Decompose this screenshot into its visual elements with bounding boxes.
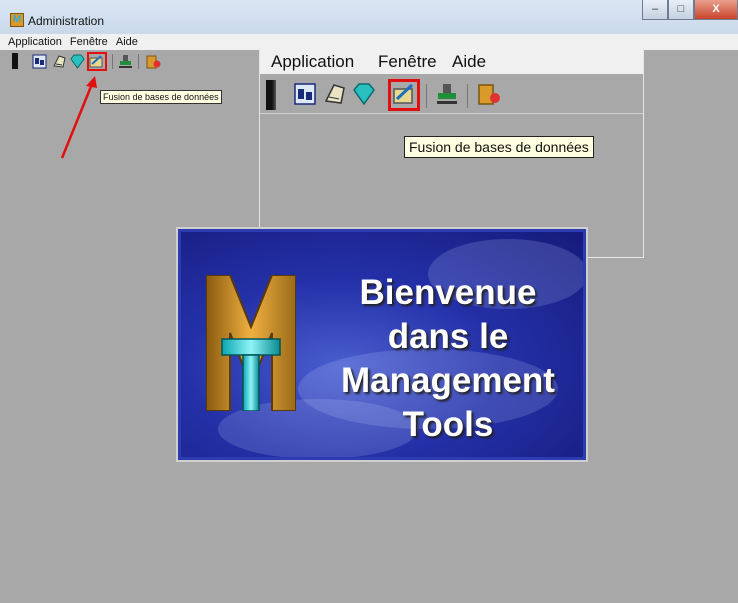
inset-menu-fenetre: Fenêtre [378,52,437,71]
welcome-line-3: Management [341,361,555,400]
inset-toolbar-separator [467,84,468,108]
inset-menu-application: Application [271,52,355,71]
inset-highlight-box [388,79,420,111]
mt-logo [206,275,296,411]
logo-exit-icon [476,82,502,108]
welcome-line-4: Tools [402,405,494,444]
welcome-text: Bienvenue dans le Management Tools [308,271,586,447]
splash-screen: Bienvenue dans le Management Tools [176,227,588,462]
red-arrow-annotation [60,76,97,159]
stamp-icon[interactable] [118,54,133,69]
logo-exit-icon[interactable] [146,54,161,69]
welcome-line-1: Bienvenue [359,273,537,312]
minimize-button[interactable]: – [642,0,668,20]
stamp-icon [434,82,460,108]
maximize-button[interactable]: □ [668,0,694,20]
database-icon [322,82,348,108]
inset-toolbar [260,74,643,114]
inset-menu-bar: Application Fenêtre Aide [260,48,643,74]
welcome-line-2: dans le [387,317,509,356]
toolbar-separator [138,54,139,69]
inset-menu-aide: Aide [452,52,487,71]
app-window: M Administration – □ X Application Fenêt… [0,0,738,603]
window-controls: – □ X [642,0,738,24]
inset-toolbar-separator [426,84,427,108]
users-icon [292,82,318,108]
inset-toolbar-grip [266,80,276,110]
inset-tooltip-merge-databases: Fusion de bases de données [404,136,594,158]
close-button[interactable]: X [694,0,738,20]
gem-icon [351,82,377,108]
